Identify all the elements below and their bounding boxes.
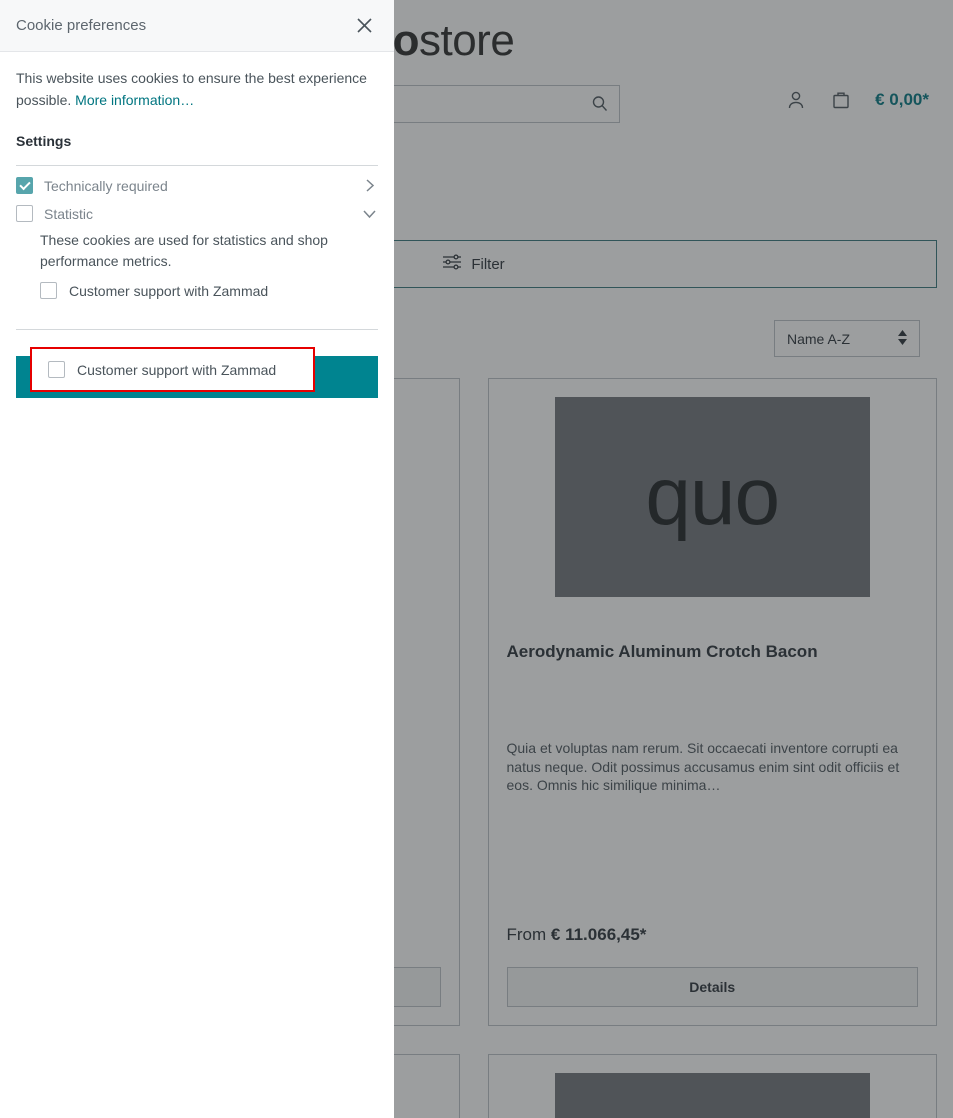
annotation-target-label: Customer support with Zammad: [77, 361, 277, 378]
dialog-body: This website uses cookies to ensure the …: [0, 52, 394, 414]
option-label: Statistic: [44, 205, 94, 222]
chevron-down-icon[interactable]: [361, 205, 378, 222]
dialog-header: Cookie preferences: [0, 0, 394, 52]
screen: emostore: [0, 0, 953, 1118]
option-label: Technically required: [44, 177, 168, 194]
dialog-title: Cookie preferences: [16, 17, 147, 34]
cookie-option-zammad[interactable]: Customer support with Zammad: [16, 272, 378, 300]
option-description-statistic: These cookies are used for statistics an…: [40, 232, 328, 270]
intro-text: This website uses cookies to ensure the …: [16, 68, 378, 111]
checkbox-zammad-highlighted[interactable]: [48, 361, 65, 378]
close-icon[interactable]: [351, 12, 378, 39]
more-information-link[interactable]: More information…: [75, 92, 194, 108]
cookie-preferences-dialog: Cookie preferences This website uses coo…: [0, 0, 394, 1118]
checkbox-zammad[interactable]: [40, 282, 57, 300]
settings-heading: Settings: [16, 133, 72, 150]
annotation-highlight-box: Customer support with Zammad: [30, 347, 315, 392]
cookie-option-technically-required[interactable]: Technically required: [16, 166, 378, 195]
checkbox-statistic[interactable]: [16, 205, 33, 223]
chevron-right-icon[interactable]: [361, 177, 378, 194]
cookie-option-statistic[interactable]: Statistic: [16, 194, 378, 223]
checkbox-technically-required[interactable]: [16, 177, 33, 195]
footer-divider: [16, 329, 378, 331]
option-label: Customer support with Zammad: [69, 282, 269, 299]
